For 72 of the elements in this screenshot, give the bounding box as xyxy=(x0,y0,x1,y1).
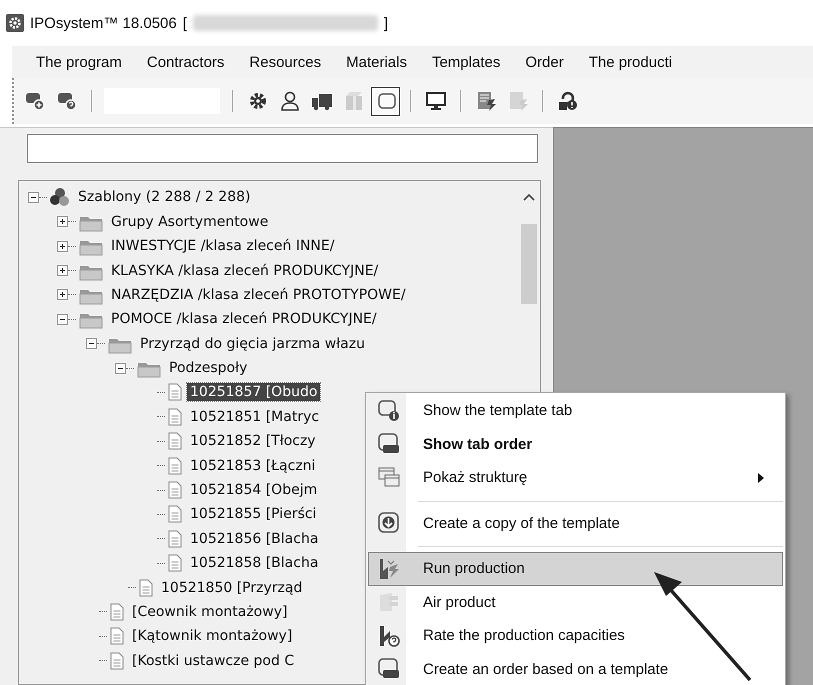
expander-icon[interactable] xyxy=(57,314,68,325)
expander-icon[interactable] xyxy=(86,338,97,350)
tree-item[interactable]: Grupy Asortymentowe xyxy=(108,212,272,231)
context-menu-item[interactable]: Pokaż strukturę xyxy=(368,461,783,494)
document-icon xyxy=(109,652,125,670)
document-icon xyxy=(167,481,183,500)
tree-item[interactable]: [Ceownik montażowy] xyxy=(129,602,290,621)
menu-item[interactable]: The producti xyxy=(576,54,684,70)
expander-icon[interactable] xyxy=(28,192,39,203)
window-title: IPOsystem™ 18.0506 xyxy=(30,14,177,32)
document-icon xyxy=(167,456,183,475)
document-icon xyxy=(109,602,125,621)
download-icon xyxy=(377,511,401,536)
expander-icon[interactable] xyxy=(115,362,126,374)
tree-item[interactable]: Szablony (2 288 / 2 288) xyxy=(75,188,254,206)
tree-item[interactable]: Przyrząd do gięcia jarzma włazu xyxy=(137,334,368,353)
menu-item[interactable]: Order xyxy=(513,54,576,70)
scroll-up-icon[interactable] xyxy=(523,193,535,202)
tree-item[interactable]: 10521856 [Blacha xyxy=(187,530,322,548)
document-icon xyxy=(167,432,183,450)
tree-item[interactable]: Podzespoły xyxy=(166,359,250,378)
tree-item[interactable]: 10521854 [Obejm xyxy=(187,481,320,500)
document-icon xyxy=(167,383,183,402)
submenu-arrow-icon xyxy=(758,472,764,483)
monitor-icon xyxy=(424,90,446,112)
objects-icon xyxy=(49,187,71,208)
tree-item[interactable]: INWESTYCJE /klasa zleceń INNE/ xyxy=(108,237,338,256)
document-icon xyxy=(109,627,125,646)
context-menu-item[interactable]: Rate the production capacities xyxy=(368,619,783,652)
add-item-icon xyxy=(24,90,46,112)
tree-item[interactable]: 10521858 [Blacha xyxy=(187,554,322,572)
tree-item[interactable]: 10521852 [Tłoczy xyxy=(187,432,319,450)
menu-item[interactable]: The program xyxy=(24,54,134,70)
tree-item[interactable]: NARZĘDZIA /klasa zleceń PROTOTYPOWE/ xyxy=(108,286,409,304)
context-menu-item[interactable]: Show tab order xyxy=(368,428,783,461)
document-icon xyxy=(138,578,154,597)
tree-item[interactable]: 10521850 [Przyrząd xyxy=(158,578,306,597)
context-menu-item[interactable]: Create a copy of the template xyxy=(368,506,783,540)
menu-item[interactable]: Materials xyxy=(334,54,419,70)
context-menu-item[interactable]: Create an order based on a template xyxy=(368,652,783,685)
app-icon xyxy=(6,14,24,32)
help-item-icon xyxy=(56,90,78,112)
scrollbar-thumb[interactable] xyxy=(521,224,537,304)
document-icon xyxy=(167,530,183,548)
person-icon xyxy=(278,90,300,112)
document-icon xyxy=(167,505,183,524)
tree-item[interactable]: POMOCE /klasa zleceń PRODUKCYJNE/ xyxy=(108,310,380,328)
title-bracket: ] xyxy=(384,14,388,32)
toolbar-button[interactable] xyxy=(371,86,400,116)
menu-item[interactable]: Contractors xyxy=(134,54,236,70)
lightning-bar-icon xyxy=(377,556,401,581)
window-info-icon xyxy=(377,398,401,423)
tree-item[interactable]: 10521855 [Pierści xyxy=(187,505,320,524)
tree-item[interactable]: 10251857 [Obudo xyxy=(187,383,320,402)
tree-item[interactable]: KLASYKA /klasa zleceń PRODUKCYJNE/ xyxy=(108,262,382,280)
menu-item[interactable]: Templates xyxy=(420,54,512,70)
tree-item[interactable]: [Kostki ustawcze pod C xyxy=(129,652,298,670)
expander-icon[interactable] xyxy=(57,240,68,252)
tree-item[interactable]: [Kątownik montażowy] xyxy=(129,627,296,646)
tree-item[interactable]: 10521851 [Matryc xyxy=(187,408,322,426)
expander-icon[interactable] xyxy=(57,289,68,300)
menu-item[interactable]: Resources xyxy=(237,54,334,70)
document-icon xyxy=(167,554,183,572)
search-field[interactable] xyxy=(27,134,538,164)
expander-icon[interactable] xyxy=(57,265,68,276)
expander-icon[interactable] xyxy=(57,216,68,228)
document-icon xyxy=(167,408,183,426)
context-menu-item[interactable]: Run production xyxy=(368,552,783,586)
context-menu-item[interactable]: Show the template tab xyxy=(368,394,783,428)
title-bracket: [ xyxy=(182,14,187,32)
question-bar-icon xyxy=(377,624,401,648)
tree-item[interactable]: 10521853 [Łączni xyxy=(187,456,318,475)
